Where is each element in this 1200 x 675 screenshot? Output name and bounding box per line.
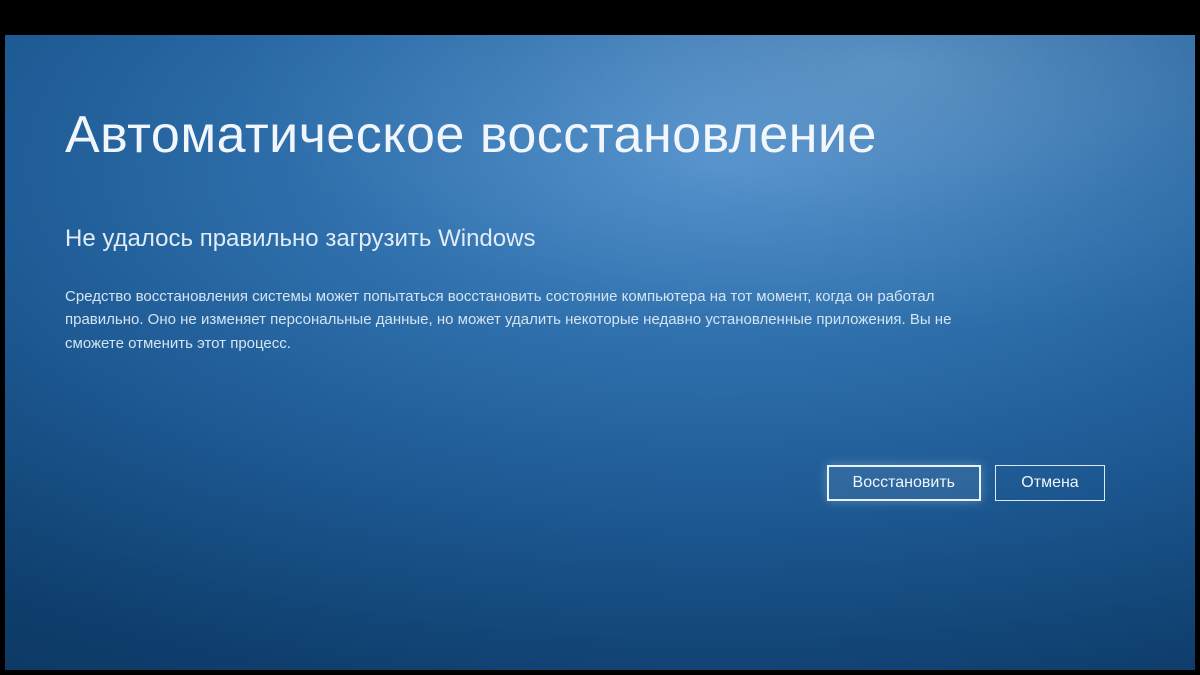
recovery-screen: Автоматическое восстановление Не удалось… [5, 35, 1195, 670]
recovery-description: Средство восстановления системы может по… [65, 285, 985, 355]
restore-button[interactable]: Восстановить [827, 465, 981, 501]
error-subtitle: Не удалось правильно загрузить Windows [65, 225, 1135, 253]
cancel-button[interactable]: Отмена [995, 465, 1105, 501]
page-title: Автоматическое восстановление [65, 105, 1135, 165]
button-row: Восстановить Отмена [827, 465, 1105, 501]
